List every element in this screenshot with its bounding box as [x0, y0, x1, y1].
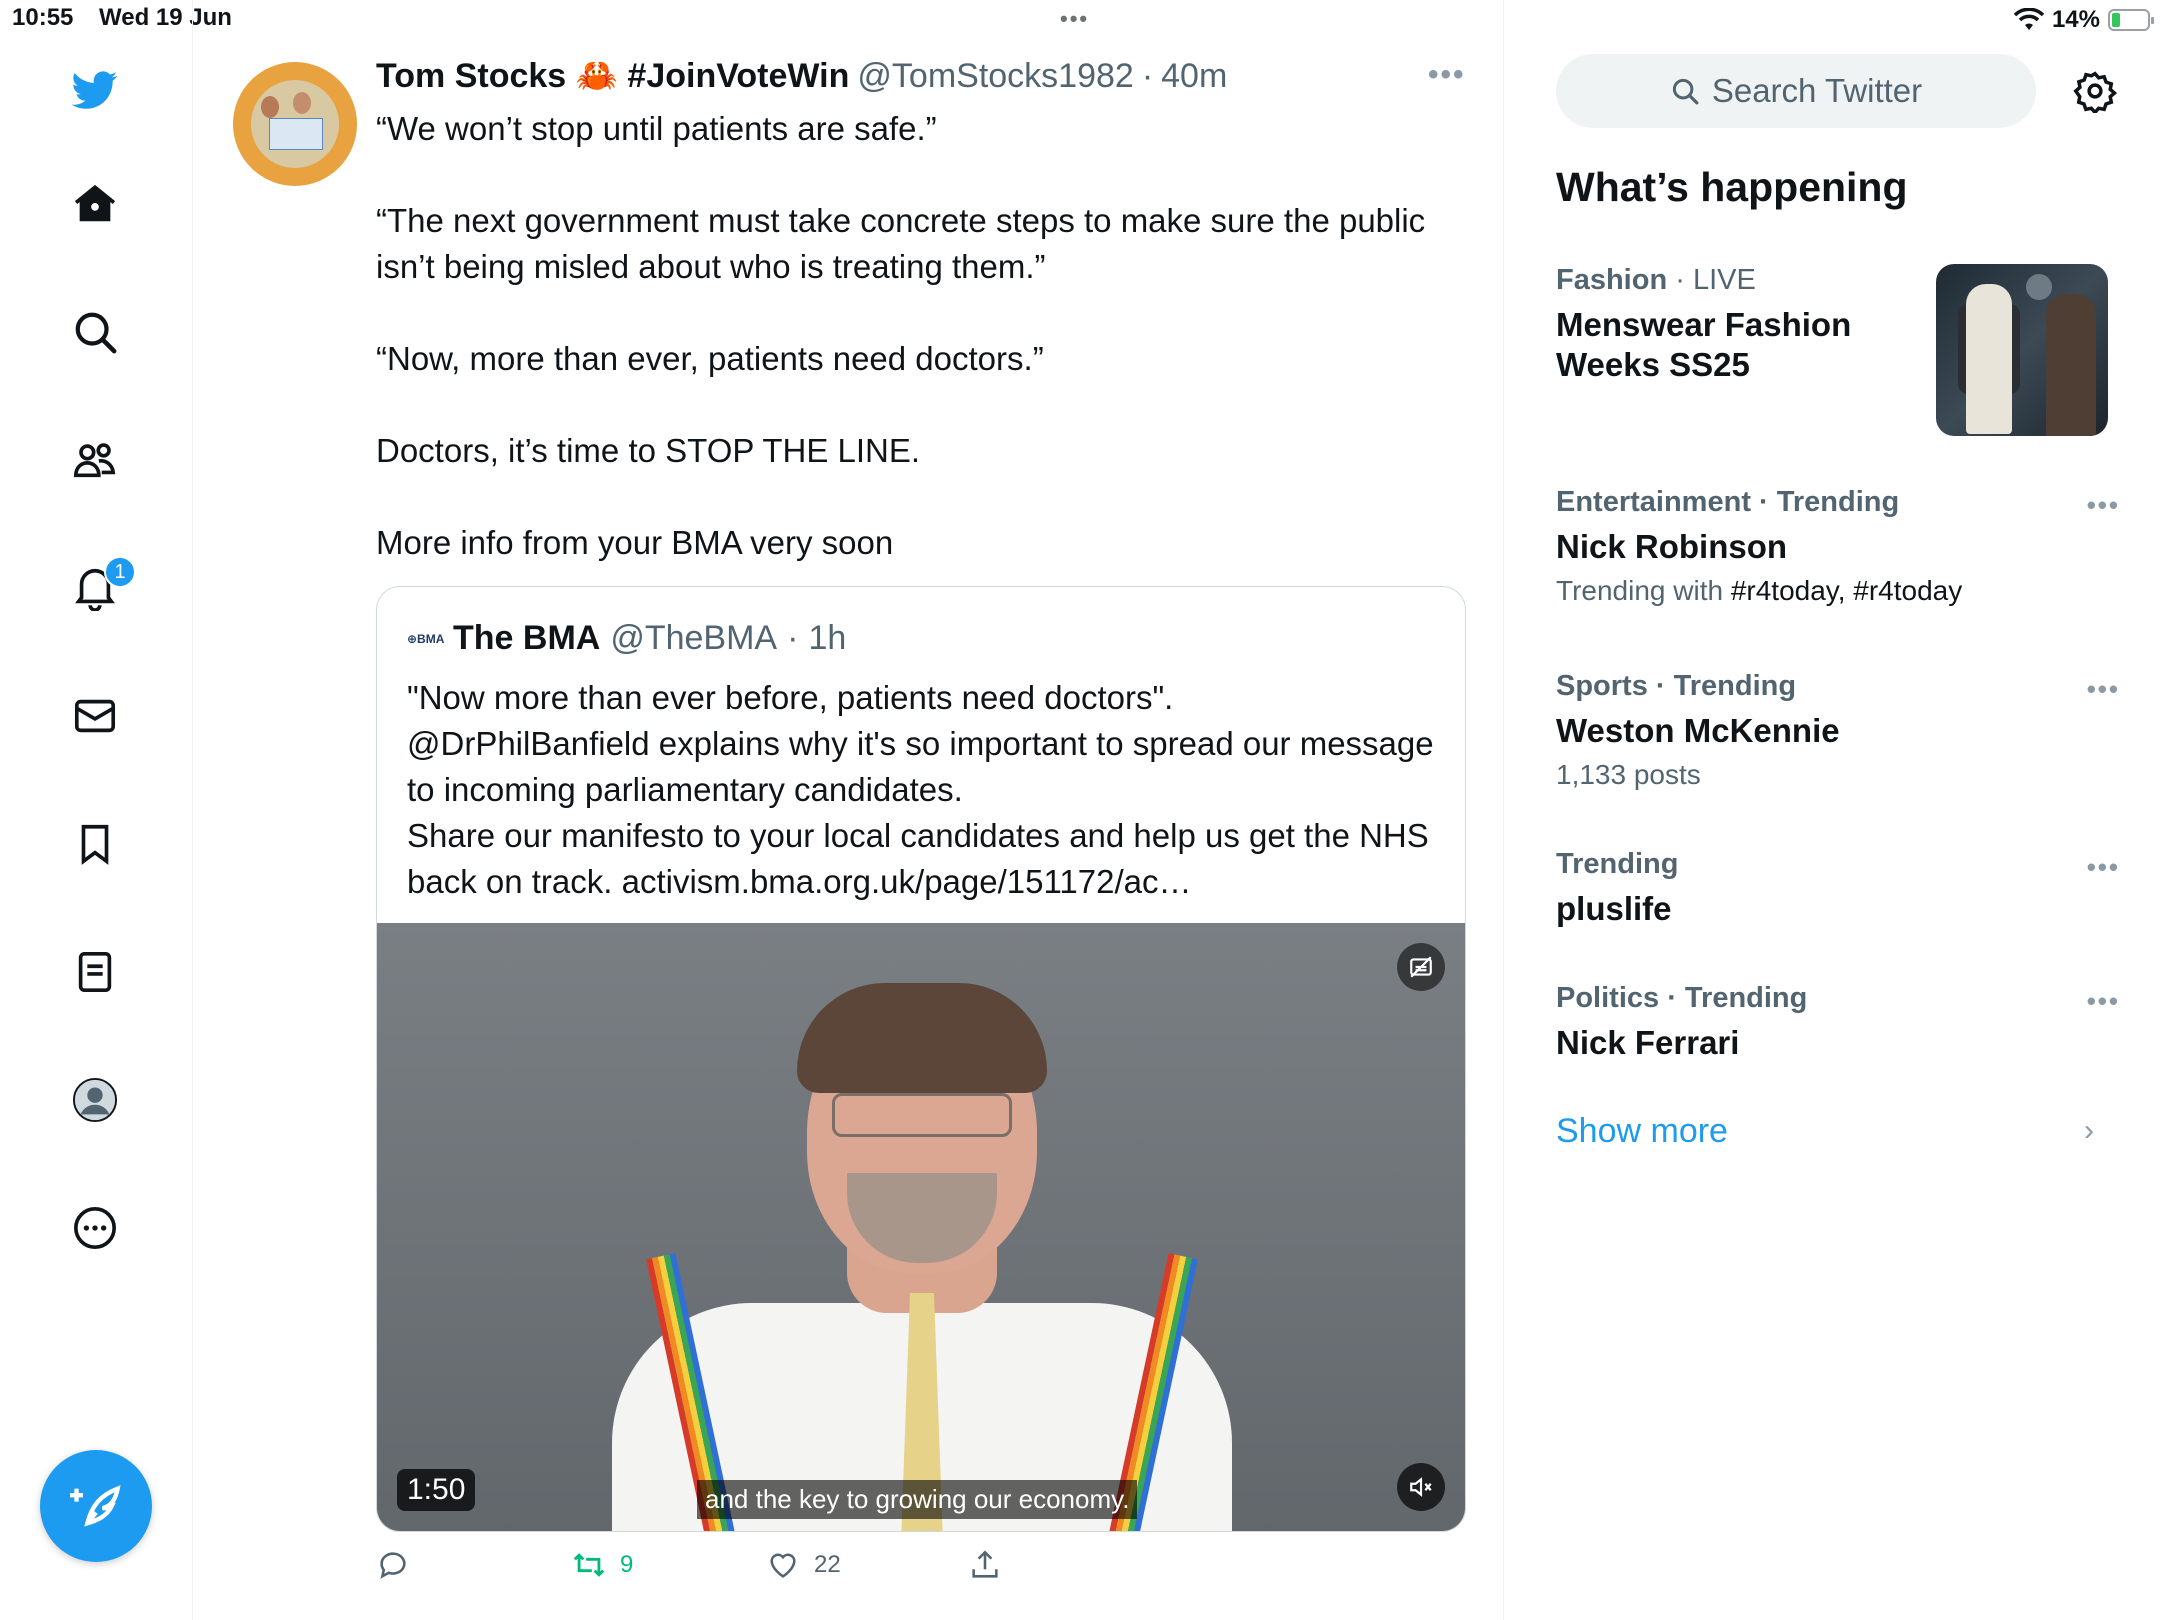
- tweet-more-icon[interactable]: •••: [1428, 58, 1466, 92]
- author-name[interactable]: Tom Stocks 🦀 #JoinVoteWin: [376, 56, 849, 96]
- trend-title: pluslife: [1556, 890, 1672, 927]
- tweet-line: “Now, more than ever, patients need doct…: [376, 340, 1044, 377]
- twitter-logo-icon[interactable]: [63, 58, 127, 122]
- author-avatar[interactable]: [233, 62, 357, 186]
- quote-line: "Now more than ever before, patients nee…: [407, 679, 1174, 716]
- trend-category: Entertainment · Trending: [1556, 486, 1900, 518]
- profile-icon[interactable]: [63, 1068, 127, 1132]
- quote-time: 1h: [808, 619, 847, 657]
- lists-icon[interactable]: [63, 940, 127, 1004]
- notification-badge: 1: [104, 556, 136, 588]
- trend-more-icon[interactable]: •••: [2087, 490, 2120, 521]
- tweet-line: “The next government must take concrete …: [376, 202, 1426, 285]
- trend-item[interactable]: Sports · Trending Weston McKennie 1,133 …: [1556, 670, 2116, 791]
- trend-category: Trending: [1556, 848, 1679, 880]
- reply-button[interactable]: [376, 1548, 410, 1582]
- trend-item[interactable]: Entertainment · Trending Nick Robinson T…: [1556, 486, 2116, 607]
- tweet-line: More info from your BMA very soon: [376, 524, 894, 561]
- messages-icon[interactable]: [63, 684, 127, 748]
- search-placeholder: Search Twitter: [1711, 72, 1923, 109]
- main-timeline: Tom Stocks 🦀 #JoinVoteWin @TomStocks1982…: [193, 0, 1504, 1620]
- header-separator: ·: [1141, 56, 1154, 95]
- quote-line: @DrPhilBanfield explains why it's so imp…: [407, 725, 1434, 808]
- home-icon[interactable]: [63, 172, 127, 236]
- tweet-text: “We won’t stop until patients are safe.”…: [376, 106, 1476, 566]
- tweet-header: Tom Stocks 🦀 #JoinVoteWin @TomStocks1982…: [376, 56, 1227, 96]
- tweet-line: Doctors, it’s time to STOP THE LINE.: [376, 432, 921, 469]
- quote-separator: ·: [787, 619, 799, 657]
- video-caption: and the key to growing our economy.: [697, 1480, 1138, 1519]
- trend-category: Politics · Trending: [1556, 982, 1808, 1014]
- trend-more-icon[interactable]: •••: [2087, 852, 2120, 883]
- search-icon: [1672, 78, 1699, 105]
- search-input[interactable]: Search Twitter: [1556, 54, 2036, 128]
- captions-icon[interactable]: [1397, 943, 1445, 991]
- more-icon[interactable]: [63, 1196, 127, 1260]
- tweet-time[interactable]: 40m: [1161, 57, 1227, 96]
- reply-icon: [380, 1552, 406, 1579]
- mute-icon[interactable]: [1397, 1463, 1445, 1511]
- quote-tweet[interactable]: ⊕BMA The BMA @TheBMA · 1h "Now more than…: [376, 586, 1466, 1532]
- show-more-link[interactable]: Show more: [1556, 1112, 1728, 1151]
- trend-sub: 1,133 posts: [1556, 759, 1701, 790]
- trend-title: Weston McKennie: [1556, 712, 1840, 749]
- retweet-button[interactable]: 9: [572, 1548, 633, 1582]
- heart-icon: [770, 1553, 796, 1578]
- bookmarks-icon[interactable]: [63, 812, 127, 876]
- video-duration: 1:50: [397, 1469, 476, 1511]
- bma-logo-icon: ⊕BMA: [407, 631, 445, 646]
- trend-category: Fashion: [1556, 264, 1668, 296]
- like-count: 22: [814, 1551, 841, 1578]
- trend-live-status: LIVE: [1692, 264, 1756, 296]
- like-button[interactable]: 22: [766, 1548, 841, 1582]
- trend-item[interactable]: Politics · Trending Nick Ferrari: [1556, 982, 2116, 1063]
- trend-sub-tags: #r4today, #r4today: [1730, 575, 1963, 606]
- quote-header: ⊕BMA The BMA @TheBMA · 1h: [407, 619, 846, 658]
- quote-author-handle: @TheBMA: [610, 619, 778, 657]
- trend-item[interactable]: Trending pluslife: [1556, 848, 2116, 929]
- trend-category: Sports · Trending: [1556, 670, 1797, 702]
- settings-gear-icon[interactable]: [2070, 66, 2120, 116]
- whats-happening-title: What’s happening: [1556, 164, 1908, 210]
- right-sidebar: Search Twitter What’s happening Fashion …: [1504, 0, 2160, 1620]
- trend-title: Nick Ferrari: [1556, 1024, 1740, 1061]
- quote-author-name: The BMA: [453, 619, 601, 657]
- retweet-icon: [573, 1553, 605, 1577]
- trend-title: Nick Robinson: [1556, 528, 1788, 565]
- trend-more-icon[interactable]: •••: [2087, 674, 2120, 705]
- trend-thumbnail[interactable]: [1936, 264, 2108, 436]
- compose-button[interactable]: [40, 1450, 152, 1562]
- left-nav: 1: [0, 0, 193, 1620]
- share-button[interactable]: [968, 1548, 1002, 1582]
- explore-icon[interactable]: [63, 300, 127, 364]
- communities-icon[interactable]: [63, 428, 127, 492]
- tweet-actions: 9 22: [376, 1548, 1376, 1592]
- quote-text: "Now more than ever before, patients nee…: [407, 675, 1437, 905]
- chevron-right-icon: ›: [2084, 1114, 2094, 1147]
- trend-title: Menswear Fashion Weeks SS25: [1556, 306, 1852, 383]
- tweet-line: “We won’t stop until patients are safe.”: [376, 110, 937, 147]
- share-icon: [972, 1550, 998, 1578]
- retweet-count: 9: [620, 1551, 634, 1578]
- compose-icon: [70, 1485, 121, 1527]
- author-handle[interactable]: @TomStocks1982: [857, 57, 1133, 96]
- previous-tweet-fade: [313, 14, 1013, 30]
- trend-more-icon[interactable]: •••: [2087, 986, 2120, 1017]
- video-player[interactable]: 1:50 and the key to growing our economy.: [377, 923, 1465, 1531]
- quote-line: Share our manifesto to your local candid…: [407, 817, 1429, 900]
- trend-sub-prefix: Trending with: [1556, 575, 1731, 606]
